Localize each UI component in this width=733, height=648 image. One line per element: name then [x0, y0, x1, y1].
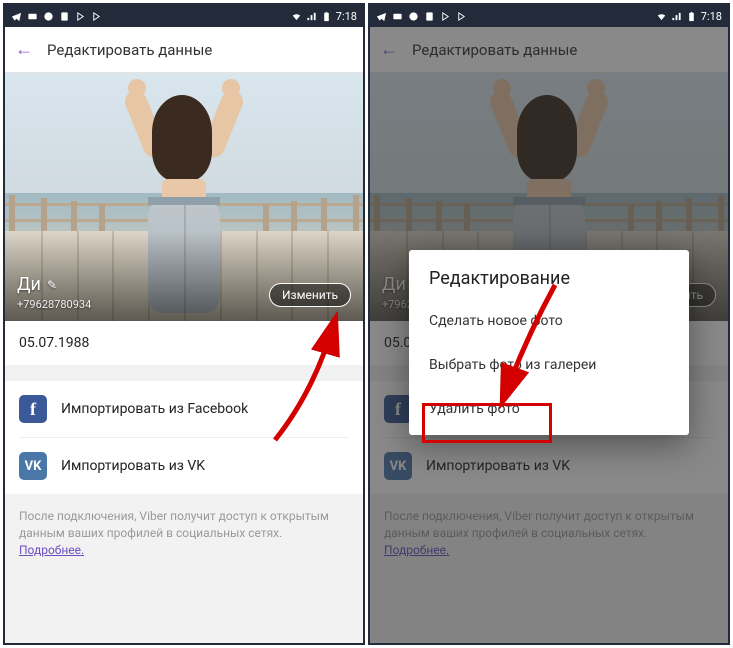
- card-icon: [392, 11, 403, 22]
- telegram-icon: [376, 11, 387, 22]
- change-photo-button[interactable]: Изменить: [269, 283, 351, 307]
- play2-icon: [456, 11, 467, 22]
- birthdate-section: 05.07.1988: [5, 321, 363, 365]
- viber-icon: [43, 11, 54, 22]
- import-vk-label: Импортировать из VK: [61, 458, 205, 474]
- back-icon[interactable]: ←: [15, 41, 33, 59]
- status-bar: 7:18: [5, 5, 363, 27]
- footer-link[interactable]: Подробнее.: [19, 543, 84, 557]
- dual-sim-icon: [424, 11, 435, 22]
- status-time: 7:18: [336, 10, 357, 23]
- status-bar: 7:18: [370, 5, 728, 27]
- footer-text: После подключения, Viber получит доступ …: [19, 509, 329, 540]
- viber-icon: [408, 11, 419, 22]
- profile-photo[interactable]: Ди ✎ +79628780934 Изменить: [5, 73, 363, 321]
- import-facebook[interactable]: f Импортировать из Facebook: [19, 381, 349, 437]
- wifi-icon: [291, 11, 302, 22]
- telegram-icon: [11, 11, 22, 22]
- profile-name: Ди: [17, 274, 41, 295]
- phone-right: 7:18 ← Редактировать данные Ди: [368, 3, 730, 645]
- toolbar: ← Редактировать данные: [5, 27, 363, 73]
- dual-sim-icon: [59, 11, 70, 22]
- battery-icon: [686, 11, 697, 22]
- wifi-icon: [656, 11, 667, 22]
- edit-name-icon[interactable]: ✎: [47, 278, 57, 292]
- profile-name-row[interactable]: Ди ✎: [17, 274, 57, 295]
- play1-icon: [440, 11, 451, 22]
- facebook-icon: f: [19, 395, 47, 423]
- signal-icon: [306, 11, 317, 22]
- status-left: [11, 11, 102, 22]
- signal-icon: [671, 11, 682, 22]
- profile-phone: +79628780934: [17, 298, 91, 311]
- birthdate-cell[interactable]: 05.07.1988: [19, 321, 349, 365]
- dialog-title: Редактирование: [409, 250, 689, 299]
- edit-photo-dialog: Редактирование Сделать новое фото Выбрат…: [409, 250, 689, 435]
- import-facebook-label: Импортировать из Facebook: [61, 401, 248, 417]
- dialog-item-delete-photo[interactable]: Удалить фото: [409, 387, 689, 431]
- social-section: f Импортировать из Facebook VK Импортиро…: [5, 381, 363, 494]
- status-time: 7:18: [701, 10, 722, 23]
- battery-icon: [321, 11, 332, 22]
- card-icon: [27, 11, 38, 22]
- status-right: 7:18: [291, 10, 357, 23]
- footer-note: После подключения, Viber получит доступ …: [5, 494, 363, 562]
- vk-icon: VK: [19, 452, 47, 480]
- import-vk[interactable]: VK Импортировать из VK: [19, 438, 349, 494]
- toolbar-title: Редактировать данные: [47, 41, 212, 59]
- birthdate-value: 05.07.1988: [19, 335, 89, 351]
- phone-left: 7:18 ← Редактировать данные: [3, 3, 365, 645]
- play2-icon: [91, 11, 102, 22]
- dialog-item-take-photo[interactable]: Сделать новое фото: [409, 299, 689, 343]
- dialog-item-pick-gallery[interactable]: Выбрать фото из галереи: [409, 343, 689, 387]
- play1-icon: [75, 11, 86, 22]
